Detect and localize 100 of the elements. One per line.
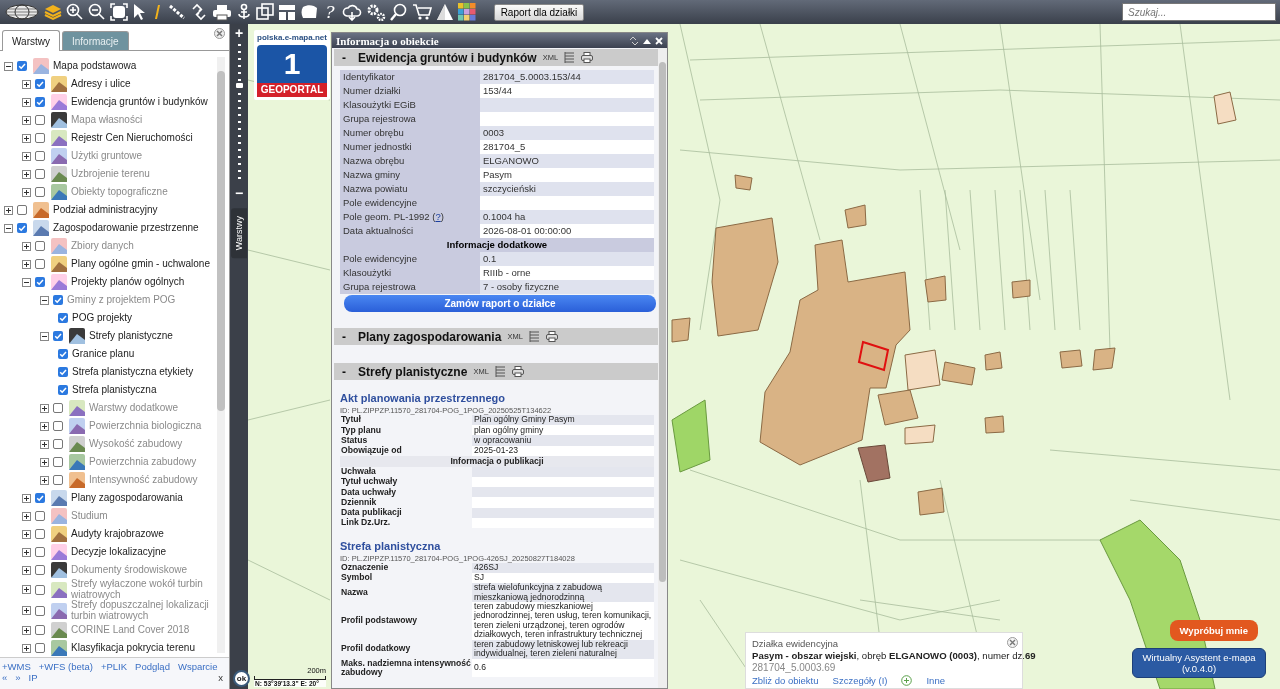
full-extent-icon[interactable] [110, 3, 128, 21]
list-icon[interactable] [528, 331, 540, 342]
layers-tab[interactable]: Warstwy [231, 208, 247, 259]
nav-link[interactable]: « [2, 672, 8, 683]
checkbox[interactable] [58, 367, 68, 377]
expand-toggle[interactable] [22, 97, 31, 107]
checkbox[interactable] [17, 223, 27, 233]
close-button[interactable]: x [218, 672, 223, 683]
popup-link[interactable]: Inne [926, 675, 945, 686]
cart-icon[interactable] [412, 3, 432, 21]
layer-name[interactable]: Klasyfikacja pokrycia terenu [71, 642, 195, 654]
expand-toggle[interactable] [4, 205, 13, 215]
layer-name[interactable]: Mapa podstawowa [53, 60, 137, 72]
anchor-icon[interactable] [236, 3, 252, 21]
collapse-toggle[interactable]: - [342, 50, 352, 65]
expand-toggle[interactable] [22, 547, 31, 557]
layout-icon[interactable] [278, 3, 296, 21]
layer-name[interactable]: Projekty planów ogólnych [71, 276, 185, 288]
scrollbar-thumb[interactable] [659, 62, 666, 582]
help-button[interactable]: ? [322, 2, 338, 22]
layer-name[interactable]: Audyty krajobrazowe [71, 528, 164, 540]
layer-name[interactable]: Strefa planistyczna etykiety [72, 366, 194, 378]
zoom-in-icon[interactable] [66, 3, 84, 21]
ruler-icon[interactable] [168, 3, 186, 21]
cloud-icon[interactable] [342, 3, 362, 21]
order-report-button[interactable]: Zamów raport o działce [344, 295, 656, 312]
checkbox[interactable] [35, 97, 45, 107]
try-me-button[interactable]: Wypróbuj mnie [1169, 620, 1258, 641]
layer-name[interactable]: Plany zagospodarowania [71, 492, 183, 504]
footer-link[interactable]: +WFS (beta) [38, 661, 93, 672]
collapse-toggle[interactable] [4, 61, 13, 71]
close-icon[interactable] [214, 28, 225, 39]
checkbox[interactable] [35, 529, 45, 539]
layer-name[interactable]: Rejestr Cen Nieruchomości [71, 132, 193, 144]
checkbox[interactable] [35, 277, 45, 287]
layer-name[interactable]: Adresy i ulice [71, 78, 131, 90]
layer-name[interactable]: Zagospodarowanie przestrzenne [53, 222, 199, 234]
print-icon[interactable] [581, 52, 594, 63]
expand-toggle[interactable] [22, 79, 31, 89]
checkbox[interactable] [17, 61, 27, 71]
layer-name[interactable]: Granice planu [72, 348, 135, 360]
popup-link[interactable]: Zbliż do obiektu [752, 675, 819, 686]
zoom-out-button[interactable]: − [234, 186, 244, 200]
search-icon[interactable] [390, 3, 408, 21]
scrollbar-thumb[interactable] [217, 71, 225, 411]
windows-icon[interactable] [256, 3, 274, 21]
zoom-in-button[interactable]: + [234, 26, 244, 40]
pointer-icon[interactable] [132, 3, 146, 21]
expand-toggle[interactable] [22, 643, 31, 653]
collapse-toggle[interactable] [40, 331, 49, 341]
footer-link[interactable]: Wsparcie [177, 661, 218, 672]
color-grid-icon[interactable] [458, 3, 476, 21]
collapse-toggle[interactable] [22, 277, 31, 287]
layer-name[interactable]: Strefa planistyczna [72, 384, 157, 396]
checkbox[interactable] [35, 643, 45, 653]
checkbox[interactable] [35, 133, 45, 143]
footer-link[interactable]: +PLIK [100, 661, 128, 672]
checkbox[interactable] [17, 205, 27, 215]
print-icon[interactable] [212, 3, 232, 21]
layer-name[interactable]: Ewidencja gruntów i budynków [71, 96, 208, 108]
collapse-toggle[interactable] [4, 223, 13, 233]
list-icon[interactable] [564, 52, 576, 63]
expand-toggle[interactable] [22, 133, 31, 143]
help-link[interactable]: ? [435, 211, 441, 222]
layer-name[interactable]: Decyzje lokalizacyjne [71, 546, 167, 558]
gears-icon[interactable] [366, 3, 386, 21]
expand-toggle[interactable] [22, 493, 31, 503]
layer-name[interactable]: Plany ogólne gmin - uchwalone [71, 258, 210, 270]
footer-link[interactable]: +WMS [2, 661, 31, 672]
globe-icon[interactable] [4, 3, 40, 21]
layers-icon[interactable] [44, 3, 62, 21]
warning-icon[interactable] [436, 3, 454, 21]
nav-link[interactable]: » [15, 672, 21, 683]
layer-name[interactable]: Strefy planistyczne [89, 330, 173, 342]
panel-tab[interactable]: Warstwy [2, 30, 60, 51]
list-icon[interactable] [494, 366, 506, 377]
checkbox[interactable] [35, 259, 45, 269]
search-field[interactable]: Szukaj... [1122, 3, 1276, 21]
print-icon[interactable] [511, 366, 524, 377]
close-icon[interactable] [1007, 637, 1018, 648]
checkbox[interactable] [58, 385, 68, 395]
checkbox[interactable] [53, 331, 63, 341]
popup-link[interactable]: Szczegóły (I) [832, 675, 888, 686]
zoom-out-icon[interactable] [88, 3, 106, 21]
print-icon[interactable] [545, 331, 558, 342]
plus-circle-icon[interactable] [901, 675, 913, 686]
checkbox[interactable] [35, 547, 45, 557]
report-button[interactable]: Raport dla działki [494, 3, 584, 21]
expand-toggle[interactable] [22, 529, 31, 539]
checkbox[interactable] [58, 349, 68, 359]
footer-link[interactable]: Podgląd [135, 661, 170, 672]
expand-toggle[interactable] [22, 259, 31, 269]
layer-name[interactable]: Podział administracyjny [53, 204, 158, 216]
shape-icon[interactable] [300, 3, 318, 21]
checkbox[interactable] [35, 493, 45, 503]
collapse-toggle[interactable]: - [342, 364, 352, 379]
checkbox[interactable] [35, 79, 45, 89]
assistant-button[interactable]: Wirtualny Asystent e-mapa (v.0.4.0) [1132, 648, 1266, 678]
ip-link[interactable]: IP [28, 672, 38, 683]
collapse-toggle[interactable]: - [342, 329, 352, 344]
